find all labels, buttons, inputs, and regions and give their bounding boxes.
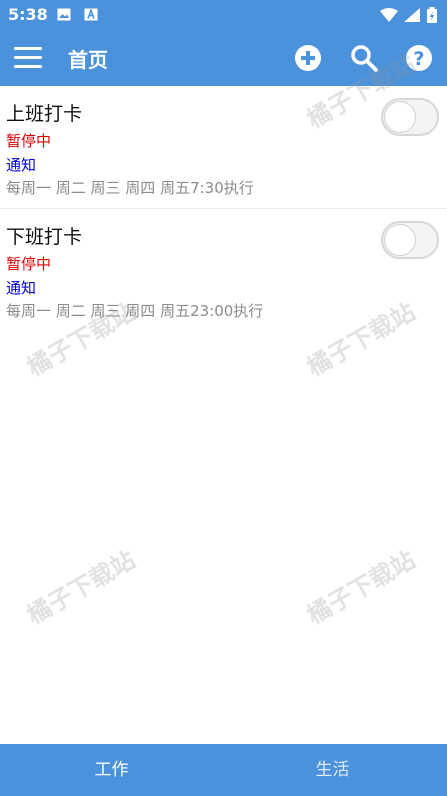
wifi-icon (380, 8, 398, 22)
task-item[interactable]: 下班打卡 暂停中 通知 每周一 周二 周三 周四 周五23:00执行 (0, 209, 447, 331)
search-icon[interactable] (348, 42, 380, 74)
page-title: 首页 (68, 48, 108, 72)
image-notification-icon (57, 8, 71, 21)
help-icon[interactable]: ? (403, 42, 435, 74)
task-title: 上班打卡 (6, 103, 83, 125)
task-list: 上班打卡 暂停中 通知 每周一 周二 周三 周四 周五7:30执行 下班打卡 暂… (0, 86, 447, 331)
task-item[interactable]: 上班打卡 暂停中 通知 每周一 周二 周三 周四 周五7:30执行 (0, 86, 447, 209)
task-toggle[interactable] (381, 98, 439, 136)
task-title: 下班打卡 (6, 226, 83, 248)
task-status: 暂停中 (6, 132, 52, 150)
task-type: 通知 (6, 156, 37, 174)
battery-icon (427, 7, 437, 23)
task-status: 暂停中 (6, 255, 52, 273)
task-schedule: 每周一 周二 周三 周四 周五23:00执行 (6, 302, 264, 320)
toggle-knob (384, 224, 416, 256)
app-bar: 首页 ? (0, 30, 447, 86)
add-icon[interactable] (292, 42, 324, 74)
menu-icon[interactable] (14, 47, 42, 69)
task-schedule: 每周一 周二 周三 周四 周五7:30执行 (6, 179, 254, 197)
task-toggle[interactable] (381, 221, 439, 259)
app-notification-icon (84, 8, 98, 21)
toggle-knob (384, 101, 416, 133)
watermark: 橘子下载站 (22, 545, 141, 630)
tab-work[interactable]: 工作 (0, 744, 223, 796)
signal-icon (404, 8, 420, 22)
tab-life[interactable]: 生活 (221, 744, 444, 796)
bottom-tab-bar: 工作 生活 (0, 744, 447, 796)
task-type: 通知 (6, 279, 37, 297)
status-time: 5:38 (8, 5, 48, 24)
status-bar: 5:38 (0, 0, 447, 30)
watermark: 橘子下载站 (302, 545, 421, 630)
svg-text:?: ? (413, 48, 424, 70)
